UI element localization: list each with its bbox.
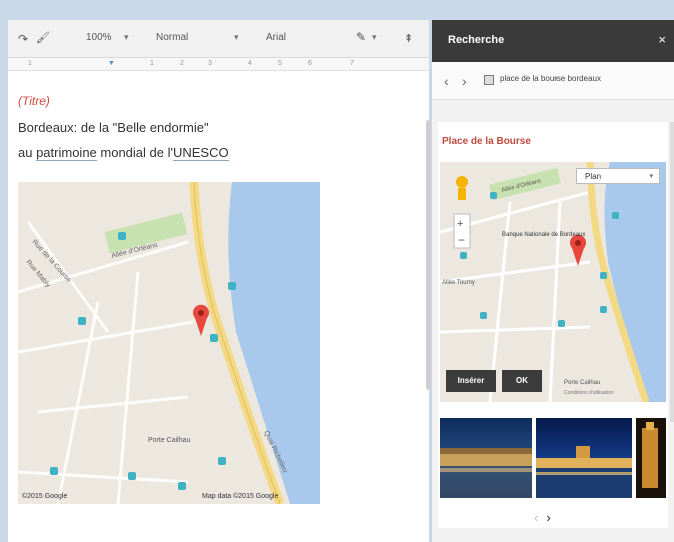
search-query[interactable]: place de la bourse bordeaux: [500, 74, 674, 83]
photo-image: [536, 418, 632, 498]
result-title[interactable]: Place de la Bourse: [442, 136, 531, 147]
panel-scrollbar[interactable]: [670, 122, 674, 422]
document-editor: ↷ 🖌 100% ▾ Normal ▾ Arial ✎ ▾ ⇞ 1 ▼ 1 2 …: [8, 20, 431, 542]
photo-image: [440, 418, 532, 498]
link-unesco[interactable]: UNESCO: [172, 145, 229, 161]
font-select[interactable]: Arial: [266, 32, 286, 43]
style-select[interactable]: Normal: [156, 32, 188, 43]
collapse-icon[interactable]: ⇞: [404, 32, 413, 45]
chevron-down-icon[interactable]: ▾: [124, 32, 129, 43]
document-body[interactable]: (Titre) Bordeaux: de la "Belle endormie"…: [8, 72, 422, 542]
redo-icon[interactable]: ↷: [18, 32, 28, 46]
ruler: 1 ▼ 1 2 3 4 5 6 7: [8, 58, 429, 71]
result-map[interactable]: + − Allée d'Orléans Banque Nationale de …: [440, 162, 666, 402]
map-data-credit: Map data ©2015 Google: [202, 492, 278, 500]
panel-title: Recherche: [448, 34, 505, 46]
forward-arrow-icon[interactable]: ›: [462, 73, 467, 89]
research-panel: Recherche × ‹ › place de la bourse borde…: [432, 20, 674, 542]
panel-map-label-cailhau: Porte Cailhau: [564, 380, 600, 386]
paint-format-icon[interactable]: 🖌: [36, 31, 50, 44]
photo-image: [636, 418, 666, 498]
chevron-down-icon[interactable]: ▾: [554, 74, 558, 83]
svg-text:+: +: [457, 218, 463, 230]
prev-page-icon[interactable]: ‹: [534, 510, 538, 525]
paragraph-line-2[interactable]: au patrimoine mondial de l'UNESCO: [18, 145, 229, 161]
ok-button[interactable]: OK: [502, 370, 542, 392]
format-toolbar: ↷ 🖌 100% ▾ Normal ▾ Arial ✎ ▾ ⇞: [8, 20, 429, 58]
editor-scrollbar[interactable]: [426, 120, 431, 390]
carousel-pager: ‹ ›: [534, 510, 551, 525]
insert-button[interactable]: Insérer: [446, 370, 496, 392]
title-placeholder[interactable]: (Titre): [18, 94, 50, 108]
spelling-underlined-word: patrimoine: [36, 145, 97, 161]
image-search-icon[interactable]: [484, 75, 494, 85]
map-type-select[interactable]: Plan ▾: [576, 168, 660, 184]
photo-thumbnail[interactable]: [636, 418, 666, 498]
panel-map-canvas: + − Allée d'Orléans Banque Nationale de …: [440, 162, 666, 402]
pen-icon[interactable]: ✎: [356, 30, 366, 44]
photo-carousel: [440, 418, 666, 498]
photo-thumbnail[interactable]: [536, 418, 632, 498]
search-nav: ‹ › place de la bourse bordeaux: [432, 62, 674, 100]
next-page-icon[interactable]: ›: [546, 510, 550, 525]
photo-thumbnail[interactable]: [440, 418, 532, 498]
zoom-select[interactable]: 100%: [86, 32, 112, 43]
inserted-map[interactable]: Allée d'Orléans Rue de la Course Rue Mab…: [18, 182, 320, 504]
map-label-cailhau: Porte Cailhau: [148, 437, 191, 444]
map-canvas: Allée d'Orléans Rue de la Course Rue Mab…: [18, 182, 320, 504]
svg-text:−: −: [458, 233, 465, 247]
panel-map-label-tourny: Allée Tourny: [442, 280, 475, 286]
chevron-down-icon[interactable]: ▾: [372, 32, 377, 43]
chevron-down-icon[interactable]: ▾: [234, 32, 239, 43]
terms-link[interactable]: Conditions d'utilisation: [564, 390, 614, 396]
close-icon[interactable]: ×: [658, 32, 666, 47]
result-card: Place de la Bourse + − Allée d'Orléans B…: [438, 122, 668, 528]
chevron-down-icon: ▾: [649, 173, 653, 180]
paragraph-line-1[interactable]: Bordeaux: de la "Belle endormie": [18, 120, 209, 135]
map-copyright: ©2015 Google: [22, 492, 67, 500]
back-arrow-icon[interactable]: ‹: [444, 73, 449, 89]
panel-header: Recherche ×: [432, 20, 674, 62]
indent-marker-icon[interactable]: ▼: [108, 60, 115, 67]
panel-map-label-bank: Banque Nationale de Bordeaux: [502, 232, 585, 238]
